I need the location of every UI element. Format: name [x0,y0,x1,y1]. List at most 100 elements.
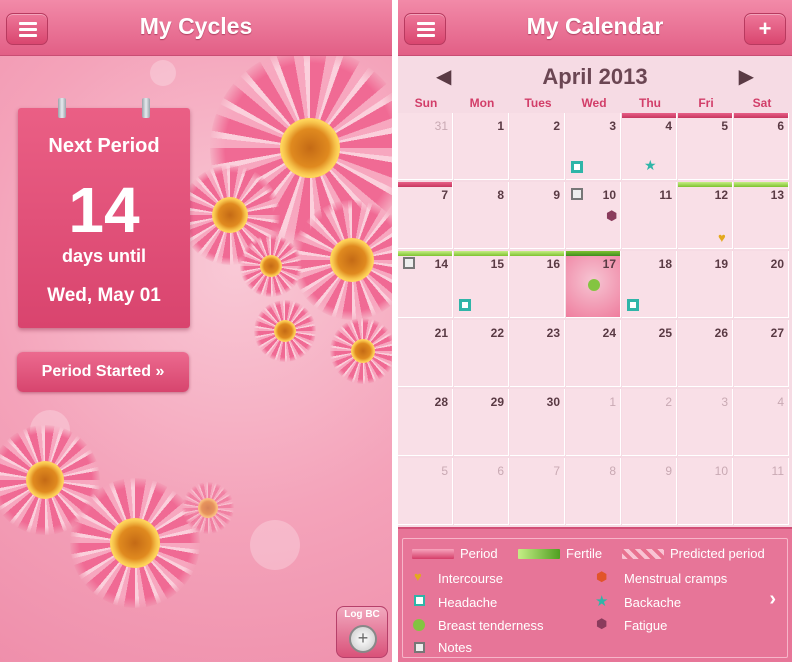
bokeh-decoration [150,60,176,86]
calendar-day[interactable]: 27 [734,320,789,387]
calendar-day[interactable]: 15 [454,251,509,318]
weekday-label: Tues [524,96,552,110]
calendar-day[interactable]: 31 [398,113,453,180]
calendar-day[interactable]: 4 ★ [622,113,677,180]
fertile-bar [734,182,788,187]
calendar-day[interactable]: 10 ⬢ [566,182,621,249]
day-number: 11 [771,464,784,478]
calendar-day[interactable]: 28 [398,389,453,456]
calendar-day[interactable]: 14 [398,251,453,318]
calendar-day[interactable]: 20 [734,251,789,318]
next-period-date: Wed, May 01 [47,285,161,306]
period-swatch-icon [412,549,454,559]
calendar-day[interactable]: 25 [622,320,677,387]
bokeh-decoration [250,520,300,570]
calendar-day[interactable]: 16 [510,251,565,318]
notes-icon [403,257,415,269]
weekday-label: Mon [469,96,495,110]
day-number: 8 [609,464,616,478]
calendar-day[interactable]: 5 [398,458,453,525]
calendar-day[interactable]: 9 [510,182,565,249]
period-started-button[interactable]: Period Started » [17,352,189,392]
flower-decoration [182,482,234,534]
calendar-day[interactable]: 19 [678,251,733,318]
calendar-day[interactable]: 22 [454,320,509,387]
predicted-swatch-icon [622,549,664,559]
day-number: 12 [714,188,728,202]
day-number: 21 [434,326,448,340]
legend-fatigue: Fatigue [624,618,668,633]
calendar-day[interactable]: 17 [566,251,621,318]
heart-icon: ♥ [414,569,422,584]
weekday-label: Thu [639,96,661,110]
day-number: 10 [714,464,728,478]
day-number: 2 [553,119,560,133]
calendar-day[interactable]: 30 [510,389,565,456]
add-button[interactable]: + [744,13,786,45]
calendar-day[interactable]: 7 [510,458,565,525]
legend-breast-tenderness: Breast tenderness [438,618,544,633]
log-bc-button[interactable]: Log BC + [336,606,388,658]
legend-period: Period [460,546,498,561]
day-number: 22 [490,326,504,340]
calendar-day[interactable]: 12 ♥ [678,182,733,249]
clip-icon [142,98,150,118]
calendar-day[interactable]: 8 [566,458,621,525]
calendar-day[interactable]: 18 [622,251,677,318]
calendar-day[interactable]: 2 [622,389,677,456]
page-title: My Calendar [526,13,664,39]
fatigue-icon: ⬢ [606,208,618,223]
calendar-day[interactable]: 2 [510,113,565,180]
calendar-day[interactable]: 6 [734,113,789,180]
breast-tenderness-icon [588,279,600,291]
notes-icon [571,188,583,200]
calendar-day[interactable]: 11 [734,458,789,525]
calendar-day[interactable]: 26 [678,320,733,387]
calendar-day[interactable]: 21 [398,320,453,387]
day-number: 1 [609,395,616,409]
day-number: 8 [497,188,504,202]
day-number: 25 [658,326,672,340]
star-icon: ★ [595,593,609,610]
my-cycles-screen: My Cycles Next Period 14 days until Wed,… [0,0,392,662]
day-number: 5 [441,464,448,478]
calendar-day[interactable]: 8 [454,182,509,249]
calendar-day[interactable]: 11 [622,182,677,249]
fatigue-icon: ⬢ [596,616,608,631]
fertile-bar [510,251,564,256]
calendar-day[interactable]: 6 [454,458,509,525]
calendar-day[interactable]: 29 [454,389,509,456]
day-number: 15 [490,257,504,271]
calendar-day[interactable]: 3 [678,389,733,456]
next-period-heading: Next Period [48,135,160,157]
fertile-bar [566,251,620,256]
calendar-day[interactable]: 9 [622,458,677,525]
weekday-label: Wed [581,96,607,110]
flower-decoration [254,300,316,362]
calendar-day[interactable]: 5 [678,113,733,180]
calendar-day[interactable]: 10 [678,458,733,525]
calendar-day[interactable]: 4 [734,389,789,456]
month-navigation: ◀ April 2013 ▶ [398,58,792,94]
calendar-day[interactable]: 24 [566,320,621,387]
calendar-day[interactable]: 1 [566,389,621,456]
days-count: 14 [68,174,140,246]
calendar-day[interactable]: 13 [734,182,789,249]
next-month-icon[interactable]: ▶ [739,64,754,89]
calendar-day[interactable]: 7 [398,182,453,249]
day-number: 20 [770,257,784,271]
chevron-right-icon[interactable]: › [769,588,776,611]
day-number: 3 [721,395,728,409]
heart-icon: ♥ [718,230,726,245]
day-number: 18 [658,257,672,271]
weekday-label: Fri [698,96,714,110]
day-number: 11 [659,188,672,202]
weekday-label: Sat [752,96,772,110]
day-number: 10 [602,188,616,202]
day-number: 6 [497,464,504,478]
day-number: 6 [777,119,784,133]
calendar-day[interactable]: 3 [566,113,621,180]
calendar-day[interactable]: 1 [454,113,509,180]
my-calendar-screen: My Calendar + ◀ April 2013 ▶ Sun Mon Tues W… [398,0,792,662]
calendar-day[interactable]: 23 [510,320,565,387]
